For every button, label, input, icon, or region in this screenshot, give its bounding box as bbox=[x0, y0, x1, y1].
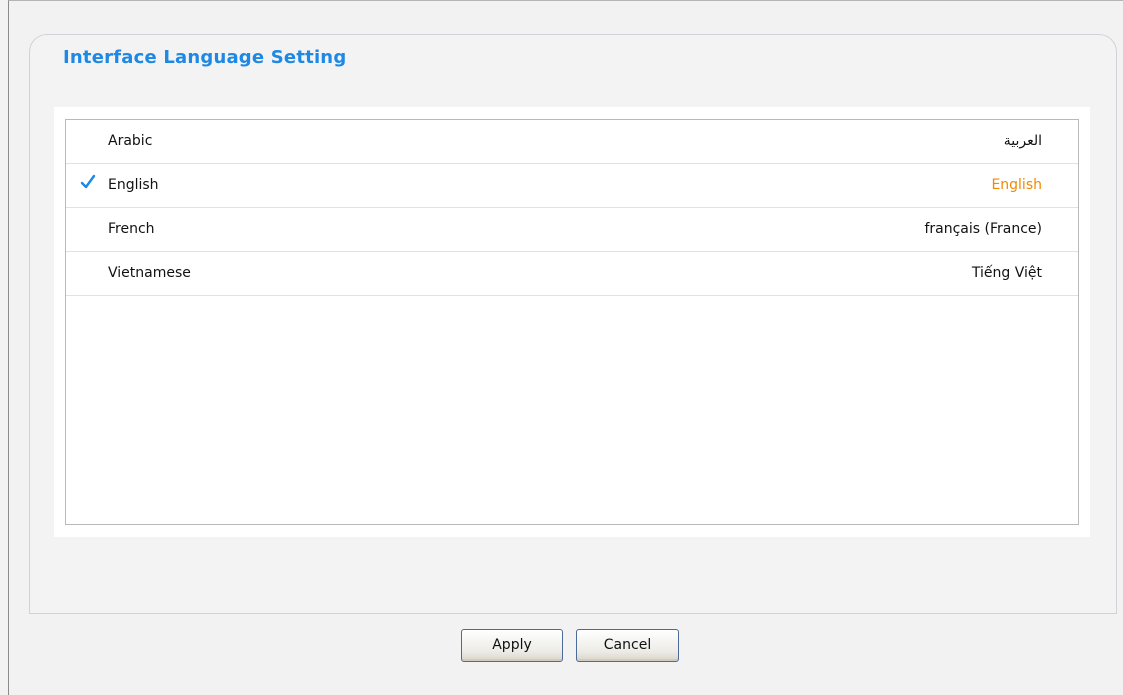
language-native-name: العربية bbox=[1003, 133, 1042, 149]
language-row-french[interactable]: French français (France) bbox=[66, 208, 1078, 252]
apply-button[interactable]: Apply bbox=[461, 629, 563, 662]
language-row-english[interactable]: English English bbox=[66, 164, 1078, 208]
language-native-name: Tiếng Việt bbox=[971, 265, 1042, 281]
language-native-name: English bbox=[991, 177, 1042, 193]
cancel-button[interactable]: Cancel bbox=[576, 629, 679, 662]
page-title: Interface Language Setting bbox=[63, 47, 347, 68]
language-row-vietnamese[interactable]: Vietnamese Tiếng Việt bbox=[66, 252, 1078, 296]
language-name: English bbox=[108, 177, 159, 193]
checkmark-icon bbox=[80, 174, 96, 189]
language-row-arabic[interactable]: Arabic العربية bbox=[66, 120, 1078, 164]
language-name: Arabic bbox=[108, 133, 153, 149]
language-name: Vietnamese bbox=[108, 265, 191, 281]
language-name: French bbox=[108, 221, 155, 237]
language-native-name: français (France) bbox=[924, 221, 1042, 237]
language-list[interactable]: Arabic العربية English English French fr… bbox=[65, 119, 1079, 525]
